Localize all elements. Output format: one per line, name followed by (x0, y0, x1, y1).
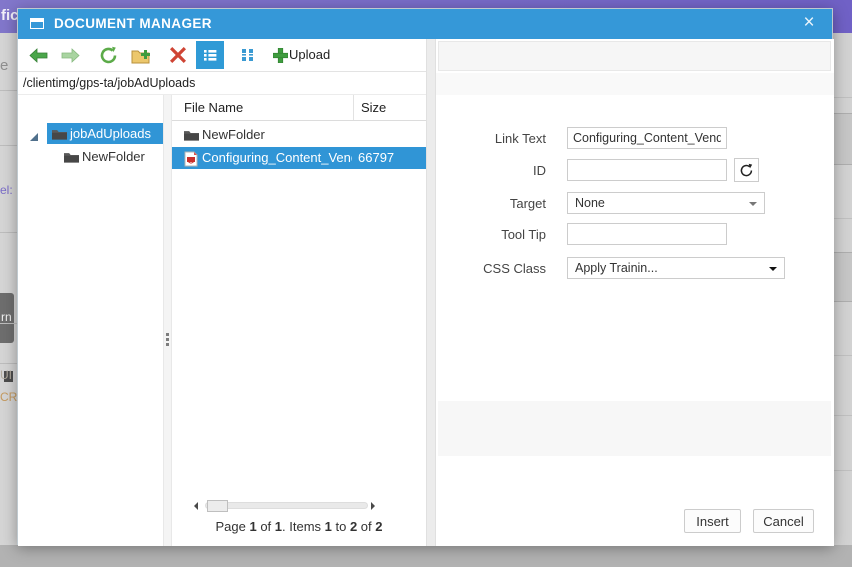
folder-icon (52, 127, 67, 145)
column-divider[interactable] (353, 95, 354, 120)
background-right-strip (833, 33, 852, 545)
target-row: Target None (436, 192, 834, 214)
file-row-newfolder[interactable]: NewFolder (172, 124, 426, 146)
path-bar[interactable]: /clientimg/gps-ta/jobAdUploads (18, 72, 426, 95)
file-list-header: File Name Size (172, 95, 426, 121)
scrollbar-thumb[interactable] (207, 500, 228, 512)
link-text-row: Link Text (436, 127, 834, 149)
scroll-right-icon[interactable] (371, 502, 375, 510)
document-manager-dialog: DOCUMENT MANAGER × Upload /clientimg/gps… (17, 8, 834, 546)
tree-item-jobaduploads[interactable]: jobAdUploads (18, 123, 163, 144)
target-selected-value: None (575, 196, 605, 210)
chevron-down-icon (769, 267, 777, 271)
scroll-left-icon[interactable] (194, 502, 198, 510)
background-text-fragment: UI (0, 368, 12, 382)
thumbnails-view-button[interactable] (234, 41, 262, 69)
css-class-select[interactable]: Apply Trainin... (567, 257, 785, 279)
cancel-button[interactable]: Cancel (753, 509, 814, 533)
background-bottom-strip (0, 545, 852, 567)
new-folder-button[interactable] (128, 41, 156, 69)
file-size: 66797 (358, 150, 395, 165)
tree-item-label: NewFolder (82, 149, 145, 164)
target-select[interactable]: None (567, 192, 765, 214)
background-text-fragment: e (0, 57, 9, 74)
tree-list-splitter[interactable] (163, 95, 172, 546)
tool-tip-row: Tool Tip (436, 223, 834, 245)
target-label: Target (509, 196, 546, 211)
folder-icon (64, 150, 79, 168)
explorer-toolbar: Upload (18, 39, 426, 72)
css-class-row: CSS Class Apply Trainin... (436, 257, 834, 279)
dialog-title: DOCUMENT MANAGER (54, 16, 212, 31)
css-class-selected-value: Apply Trainin... (575, 261, 658, 275)
tool-tip-input[interactable] (567, 223, 727, 245)
file-row-selected-pdf[interactable]: Configuring_Content_Vendo 66797 (172, 147, 426, 169)
file-name: Configuring_Content_Vendo (202, 150, 352, 165)
delete-button[interactable] (164, 41, 192, 69)
file-name: NewFolder (202, 127, 265, 142)
column-header-file-name[interactable]: File Name (184, 100, 243, 115)
css-class-label: CSS Class (483, 261, 546, 276)
tree-item-newfolder[interactable]: NewFolder (18, 146, 163, 167)
folder-icon (184, 128, 199, 146)
refresh-icon (100, 46, 116, 63)
id-refresh-button[interactable] (734, 158, 759, 182)
forward-button[interactable] (56, 41, 84, 69)
id-input[interactable] (567, 159, 727, 181)
folder-tree: jobAdUploads NewFolder (18, 95, 163, 546)
explorer-section: Upload /clientimg/gps-ta/jobAdUploads jo… (18, 39, 426, 546)
tool-tip-label: Tool Tip (501, 227, 546, 242)
insert-button[interactable]: Insert (684, 509, 741, 533)
thumbnails-view-icon (242, 49, 253, 61)
refresh-button[interactable] (94, 41, 122, 69)
current-path: /clientimg/gps-ta/jobAdUploads (23, 76, 196, 90)
list-view-button[interactable] (196, 41, 224, 69)
upload-plus-icon (272, 47, 288, 63)
properties-subheader-area (436, 73, 834, 95)
background-header-text-fragment: fic (1, 7, 19, 24)
id-label: ID (533, 163, 546, 178)
explorer-content: jobAdUploads NewFolder File Name Size Ne… (18, 95, 426, 546)
tree-expand-icon[interactable] (29, 129, 39, 147)
pager-status: Page 1 of 1. Items 1 to 2 of 2 (215, 519, 383, 534)
refresh-id-icon (740, 163, 753, 176)
background-button-fragment: rn (0, 293, 14, 343)
link-text-input[interactable] (567, 127, 727, 149)
window-icon (30, 18, 44, 29)
delete-x-icon (170, 47, 186, 63)
scrollbar-track[interactable] (205, 500, 368, 512)
horizontal-scrollbar[interactable] (172, 499, 426, 513)
properties-header-area (438, 41, 831, 71)
id-row: ID (436, 158, 834, 182)
link-text-label: Link Text (494, 131, 546, 146)
screen: fic e el: rn UI CRI DOCUMENT MANAGER × U… (0, 0, 852, 567)
list-view-icon (204, 50, 217, 61)
upload-button-label[interactable]: Upload (289, 47, 330, 62)
back-button[interactable] (24, 41, 52, 69)
pdf-file-icon (184, 151, 198, 172)
properties-footer-area (438, 401, 831, 456)
splitter-grip-icon (166, 333, 169, 348)
file-list: File Name Size NewFolder Configuring_Con… (172, 95, 426, 546)
column-header-size[interactable]: Size (361, 100, 386, 115)
back-arrow-icon (28, 47, 47, 63)
tree-item-label: jobAdUploads (70, 126, 151, 141)
list-properties-splitter[interactable] (426, 39, 436, 546)
new-folder-icon (131, 49, 150, 63)
properties-section: Link Text ID Target None (436, 39, 834, 546)
forward-arrow-icon (61, 47, 80, 63)
dialog-titlebar[interactable]: DOCUMENT MANAGER × (18, 9, 832, 39)
chevron-down-icon (749, 202, 757, 206)
background-link-fragment: el: (0, 183, 13, 197)
background-left-strip: e el: rn UI CRI (0, 33, 21, 545)
close-icon[interactable]: × (798, 12, 820, 34)
